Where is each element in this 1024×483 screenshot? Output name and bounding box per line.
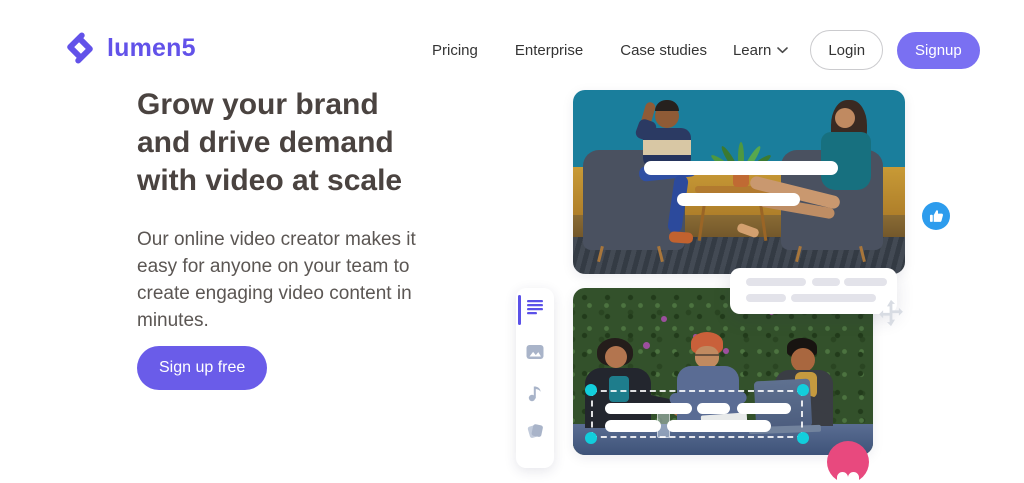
editor-toolbar bbox=[516, 288, 554, 468]
person-head bbox=[605, 346, 627, 368]
signup-button[interactable]: Signup bbox=[897, 31, 980, 69]
active-tool-indicator bbox=[518, 295, 521, 325]
flower-dot bbox=[723, 348, 729, 354]
caption-placeholder-card[interactable] bbox=[730, 268, 897, 314]
person-head bbox=[791, 348, 815, 372]
selection-handle-top-right[interactable] bbox=[797, 384, 809, 396]
caption-pill bbox=[746, 294, 786, 302]
caption-pill bbox=[844, 278, 887, 286]
page-title-line: with video at scale bbox=[137, 164, 403, 197]
nav-item-enterprise[interactable]: Enterprise bbox=[515, 42, 583, 59]
text-placeholder-bar[interactable] bbox=[737, 403, 791, 414]
text-placeholder-bar[interactable] bbox=[667, 420, 771, 432]
person-glasses bbox=[695, 354, 719, 356]
selection-handle-bottom-right[interactable] bbox=[797, 432, 809, 444]
nav-item-pricing[interactable]: Pricing bbox=[432, 42, 478, 59]
text-placeholder-bar[interactable] bbox=[644, 161, 838, 175]
main-nav: Pricing Enterprise Case studies Learn Lo… bbox=[432, 28, 980, 72]
caption-pill bbox=[746, 278, 806, 286]
text-placeholder-bar[interactable] bbox=[677, 193, 800, 206]
text-icon[interactable] bbox=[526, 298, 544, 316]
nav-item-learn[interactable]: Learn bbox=[733, 42, 789, 59]
lumen5-badge[interactable] bbox=[827, 441, 869, 483]
caption-pill bbox=[812, 278, 840, 286]
text-placeholder-bar[interactable] bbox=[605, 420, 661, 432]
plant-pot bbox=[733, 174, 749, 187]
lumen5-logo-icon bbox=[67, 32, 93, 64]
top-media-card bbox=[573, 90, 905, 274]
signup-free-button[interactable]: Sign up free bbox=[137, 346, 268, 390]
person-head bbox=[695, 346, 719, 368]
caption-pill bbox=[791, 294, 876, 302]
page-title: Grow your brand and drive demand with vi… bbox=[137, 86, 457, 200]
thumbs-up-badge[interactable] bbox=[922, 202, 950, 230]
person-head bbox=[835, 108, 855, 128]
person-shoe bbox=[668, 231, 694, 244]
nav-item-case-studies[interactable]: Case studies bbox=[620, 42, 707, 59]
brand-name: lumen5 bbox=[107, 33, 196, 62]
lumen5-badge-mark-icon bbox=[837, 472, 859, 483]
music-icon[interactable] bbox=[526, 384, 544, 402]
brand-logo[interactable]: lumen5 bbox=[62, 30, 196, 66]
thumbs-up-icon bbox=[929, 210, 943, 222]
move-icon[interactable] bbox=[876, 298, 906, 328]
page-title-line: and drive demand bbox=[137, 126, 394, 159]
text-placeholder-bar[interactable] bbox=[605, 403, 692, 414]
login-button[interactable]: Login bbox=[810, 30, 884, 70]
image-icon[interactable] bbox=[526, 343, 544, 361]
flower-dot bbox=[661, 316, 667, 322]
hero-description: Our online video creator makes it easy f… bbox=[137, 229, 416, 331]
flower-dot bbox=[643, 342, 650, 349]
text-placeholder-bar[interactable] bbox=[697, 403, 730, 414]
page-title-line: Grow your brand bbox=[137, 88, 379, 121]
selection-handle-bottom-left[interactable] bbox=[585, 432, 597, 444]
nav-item-learn-label[interactable]: Learn bbox=[733, 42, 771, 59]
selection-handle-top-left[interactable] bbox=[585, 384, 597, 396]
scenes-icon[interactable] bbox=[526, 422, 544, 440]
chevron-down-icon bbox=[777, 46, 789, 53]
